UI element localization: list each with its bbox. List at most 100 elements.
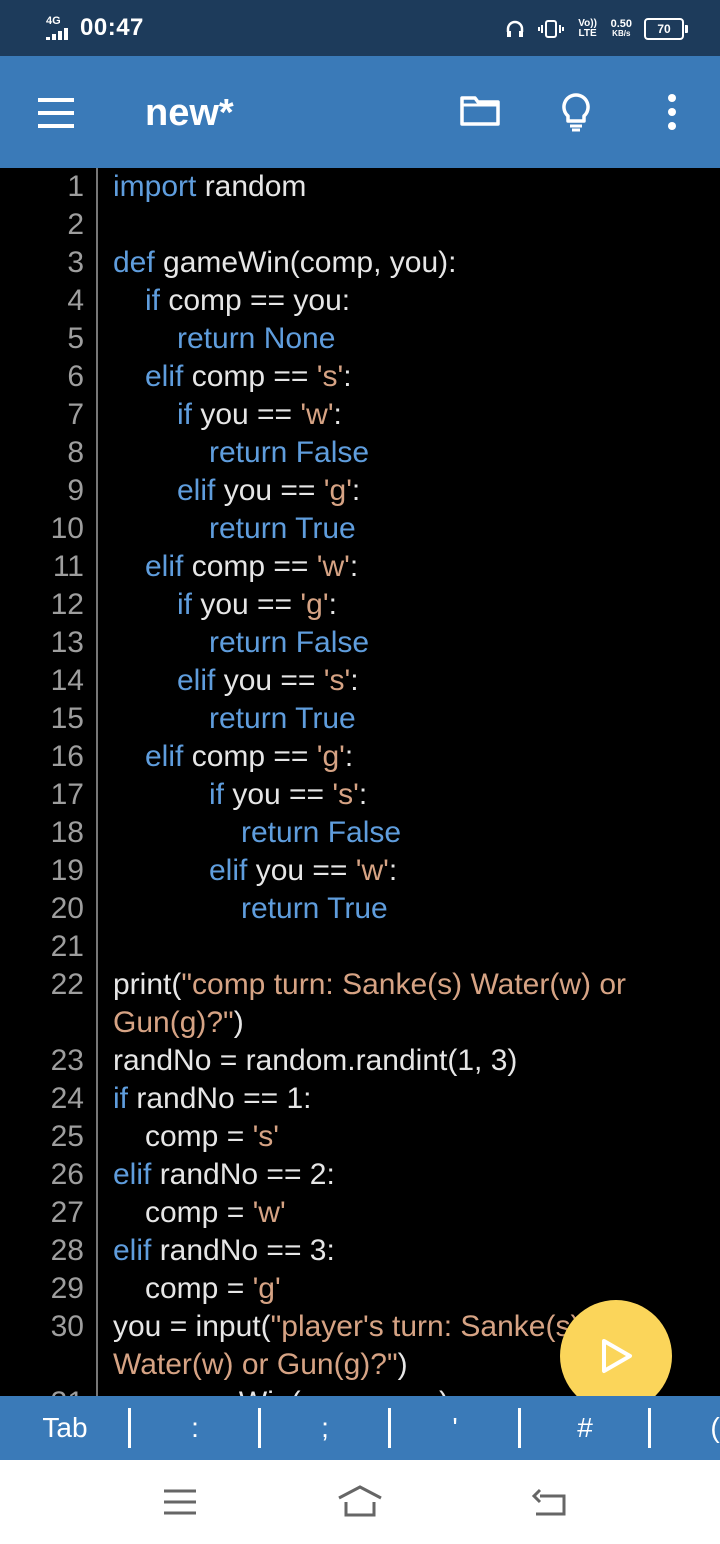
- code-line: 9 elif you == 'g':: [0, 472, 720, 510]
- code-line: 27 comp = 'w': [0, 1194, 720, 1232]
- code-line: 3 def gameWin(comp, you):: [0, 244, 720, 282]
- string-token: 'w': [316, 550, 350, 583]
- key-quote[interactable]: ': [390, 1396, 520, 1460]
- code-text: elif you == 's':: [177, 662, 359, 700]
- code-editor[interactable]: 1 import random 2 3 def gameWin(comp, you): 4…: [0, 168, 720, 1396]
- code-token: you ==: [224, 778, 333, 811]
- line-number: 18: [50, 816, 84, 849]
- status-icons: Vo)) LTE 0.50 KB/s 70: [505, 14, 688, 44]
- code-text: elif comp == 'w':: [145, 548, 358, 586]
- string-token: 'g': [300, 588, 329, 621]
- key-paren[interactable]: (: [650, 1396, 720, 1460]
- code-line: 17 if you == 's':: [0, 776, 720, 814]
- keyword-token: import: [113, 170, 197, 203]
- code-token: :: [328, 588, 337, 621]
- keyword-token: return True: [241, 892, 388, 925]
- code-token: ): [233, 1006, 244, 1039]
- code-text: print("comp turn: Sanke(s) Water(w) or: [113, 966, 626, 1004]
- network-type: 4G: [46, 15, 61, 27]
- code-text: Water(w) or Gun(g)?"): [113, 1346, 408, 1384]
- code-text: return True: [209, 510, 356, 548]
- code-line: 18 return False: [0, 814, 720, 852]
- line-number: 9: [67, 474, 84, 507]
- line-number: 21: [50, 930, 84, 963]
- string-token: 'g': [252, 1272, 281, 1305]
- line-number: 19: [50, 854, 84, 887]
- keyword-token: if: [209, 778, 224, 811]
- back-icon[interactable]: [530, 1488, 568, 1518]
- code-line: 25 comp = 's': [0, 1118, 720, 1156]
- key-tab[interactable]: Tab: [0, 1396, 130, 1460]
- home-icon[interactable]: [336, 1484, 384, 1518]
- line-number: 2: [67, 208, 84, 241]
- lightbulb-icon[interactable]: [558, 92, 594, 132]
- keyword-token: def: [113, 246, 155, 279]
- status-bar: 4G 00:47 Vo)) LTE 0.50 KB/s 70: [0, 0, 720, 56]
- keyword-token: elif: [113, 1234, 152, 1267]
- code-line: 26 elif randNo == 2:: [0, 1156, 720, 1194]
- folder-icon[interactable]: [460, 96, 500, 126]
- string-token: 'w': [355, 854, 389, 887]
- code-line: 10 return True: [0, 510, 720, 548]
- line-number: 25: [50, 1120, 84, 1153]
- code-text: elif randNo == 2:: [113, 1156, 335, 1194]
- line-number: 23: [50, 1044, 84, 1077]
- code-token: gameWin(comp, you):: [154, 246, 457, 279]
- string-token: "comp turn: Sanke(s) Water(w) or: [181, 968, 626, 1001]
- code-text: you = input("player's turn: Sanke(s): [113, 1308, 580, 1346]
- code-line: 16 elif comp == 'g':: [0, 738, 720, 776]
- code-line: 24 if randNo == 1:: [0, 1080, 720, 1118]
- key-hash[interactable]: #: [520, 1396, 650, 1460]
- clock: 00:47: [80, 14, 144, 41]
- keyword-token: if: [113, 1082, 128, 1115]
- line-number: 15: [50, 702, 84, 735]
- code-text: if you == 's':: [209, 776, 367, 814]
- system-nav-bar: [0, 1460, 720, 1544]
- hamburger-menu-icon[interactable]: [38, 98, 74, 128]
- keyword-token: return False: [209, 626, 370, 659]
- code-text: a = gameWin(comp, you): [113, 1384, 449, 1396]
- signal-icon: [46, 28, 74, 40]
- line-number: 6: [67, 360, 84, 393]
- network-speed: 0.50 KB/s: [611, 19, 632, 39]
- line-number: 22: [50, 968, 84, 1001]
- string-token: 'g': [323, 474, 352, 507]
- speed-value: 0.50: [610, 18, 632, 30]
- string-token: Gun(g)?": [113, 1006, 234, 1039]
- code-line: 2: [0, 206, 720, 244]
- code-token: a = gameWin(comp, you): [113, 1386, 449, 1396]
- string-token: "player's turn: Sanke(s): [270, 1310, 581, 1343]
- string-token: 's': [316, 360, 344, 393]
- line-number: 1: [67, 170, 84, 203]
- code-token: :: [333, 398, 342, 431]
- keyword-token: if: [177, 398, 192, 431]
- code-line: 6 elif comp == 's':: [0, 358, 720, 396]
- keyword-token: elif: [145, 550, 184, 583]
- keyword-token: elif: [145, 740, 184, 773]
- keyword-token: elif: [209, 854, 248, 887]
- line-number: 30: [50, 1310, 84, 1343]
- key-semicolon[interactable]: ;: [260, 1396, 390, 1460]
- line-number: 28: [50, 1234, 84, 1267]
- recent-apps-icon[interactable]: [162, 1488, 198, 1516]
- code-line: 7 if you == 'w':: [0, 396, 720, 434]
- more-vert-icon[interactable]: [662, 94, 682, 130]
- code-token: :: [350, 664, 359, 697]
- code-text: if comp == you:: [145, 282, 350, 320]
- code-line: 23 randNo = random.randint(1, 3): [0, 1042, 720, 1080]
- code-text: if you == 'g':: [177, 586, 337, 624]
- code-text: def gameWin(comp, you):: [113, 244, 456, 282]
- code-token: comp == you:: [160, 284, 351, 317]
- code-token: :: [388, 854, 398, 887]
- keyword-token: elif: [145, 360, 184, 393]
- line-number: 24: [50, 1082, 84, 1115]
- line-number: 16: [50, 740, 84, 773]
- keyword-token: return False: [241, 816, 402, 849]
- key-colon[interactable]: :: [130, 1396, 260, 1460]
- code-token: you ==: [247, 854, 356, 887]
- line-number: 31: [0, 1384, 84, 1396]
- code-text: return False: [209, 434, 369, 472]
- code-token: :: [358, 778, 368, 811]
- code-token: print(: [113, 968, 182, 1001]
- code-line: 1 import random: [0, 168, 720, 206]
